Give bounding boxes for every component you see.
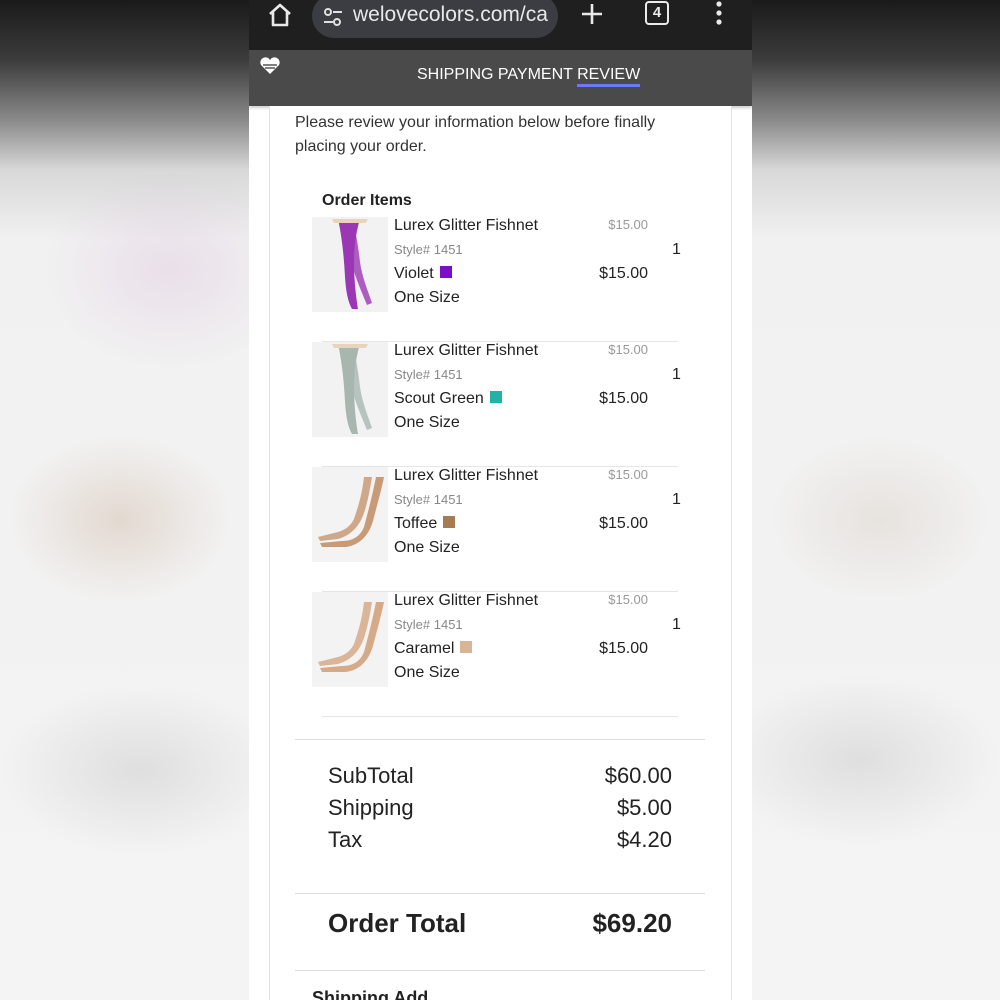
legs-image [332,219,372,309]
color-swatch [443,516,456,528]
order-item: Lurex Glitter Fishnet Style# 1451 Toffee… [312,467,681,592]
product-thumbnail [312,217,388,312]
color-swatch [460,641,473,653]
step-payment[interactable]: PAYMENT [498,66,573,83]
item-name: Lurex Glitter Fishnet [394,342,539,359]
item-color: Toffee [394,515,456,533]
heart-logo-icon[interactable] [259,56,281,76]
shipping-value: $5.00 [616,795,672,820]
item-size: One Size [394,289,460,306]
item-size: One Size [394,664,460,681]
divider [322,716,678,717]
line-price: $15.00 [599,515,648,532]
checkout-steps: SHIPPING PAYMENT REVIEW [417,66,641,87]
item-name: Lurex Glitter Fishnet [394,592,539,609]
unit-price: $15.00 [608,217,648,232]
more-options-icon[interactable] [715,0,723,28]
subtotal-value: $60.00 [604,763,672,788]
order-item: Lurex Glitter Fishnet Style# 1451 Scout … [312,342,681,467]
order-item: Lurex Glitter Fishnet Style# 1451 Carame… [312,592,681,717]
item-color: Violet [394,265,452,283]
item-quantity: 1 [672,241,681,258]
item-color-label: Scout Green [394,390,484,407]
subtotal-label: SubTotal [328,763,414,788]
item-style: Style# 1451 [394,367,463,382]
new-tab-icon[interactable] [579,1,605,27]
tax-label: Tax [328,827,363,852]
summary-bottom-rule [295,970,705,971]
summary-middle-rule [295,893,705,894]
item-quantity: 1 [672,616,681,633]
site-settings-icon[interactable] [322,6,344,28]
product-thumbnail [312,342,388,437]
product-thumbnail [312,592,388,687]
product-thumbnail [312,467,388,562]
address-bar[interactable]: welovecolors.com/ca [312,0,558,38]
unit-price: $15.00 [608,467,648,482]
summary-top-rule [295,739,705,740]
line-price: $15.00 [599,265,648,282]
step-shipping[interactable]: SHIPPING [417,66,493,83]
legs-image [318,602,384,672]
shipping-label: Shipping [328,795,414,820]
item-color-label: Violet [394,265,434,282]
color-swatch [439,266,452,278]
unit-price: $15.00 [608,592,648,607]
item-style: Style# 1451 [394,242,463,257]
line-price: $15.00 [599,640,648,657]
order-total-value: $69.20 [592,908,672,938]
step-review[interactable]: REVIEW [577,66,641,87]
order-items-title: Order Items [322,192,412,209]
shipping-address-heading: Shipping Add... [312,988,444,1000]
item-color: Caramel [394,640,473,658]
line-price: $15.00 [599,390,648,407]
item-size: One Size [394,539,460,556]
item-style: Style# 1451 [394,492,463,507]
url-text[interactable]: welovecolors.com/ca [353,3,549,27]
order-total-label: Order Total [328,908,467,938]
item-color-label: Toffee [394,515,438,532]
item-name: Lurex Glitter Fishnet [394,467,539,484]
legs-image [318,477,384,547]
home-icon[interactable] [265,0,295,30]
order-item: Lurex Glitter Fishnet Style# 1451 Violet… [312,217,681,342]
site-header: SHIPPING PAYMENT REVIEW [249,50,752,106]
legs-image [332,344,372,434]
item-quantity: 1 [672,491,681,508]
item-color-label: Caramel [394,640,455,657]
item-name: Lurex Glitter Fishnet [394,217,539,234]
color-swatch [489,391,502,403]
browser-toolbar: welovecolors.com/ca 4 [249,0,752,50]
item-style: Style# 1451 [394,617,463,632]
intro-text: Please review your information below bef… [295,114,656,155]
item-color: Scout Green [394,390,502,408]
unit-price: $15.00 [608,342,648,357]
item-size: One Size [394,414,460,431]
phone-screen: welovecolors.com/ca 4 SHIPPING PAYMENT R… [249,0,752,1000]
item-quantity: 1 [672,366,681,383]
tab-switcher-button[interactable]: 4 [645,1,669,25]
tax-value: $4.20 [616,827,672,852]
